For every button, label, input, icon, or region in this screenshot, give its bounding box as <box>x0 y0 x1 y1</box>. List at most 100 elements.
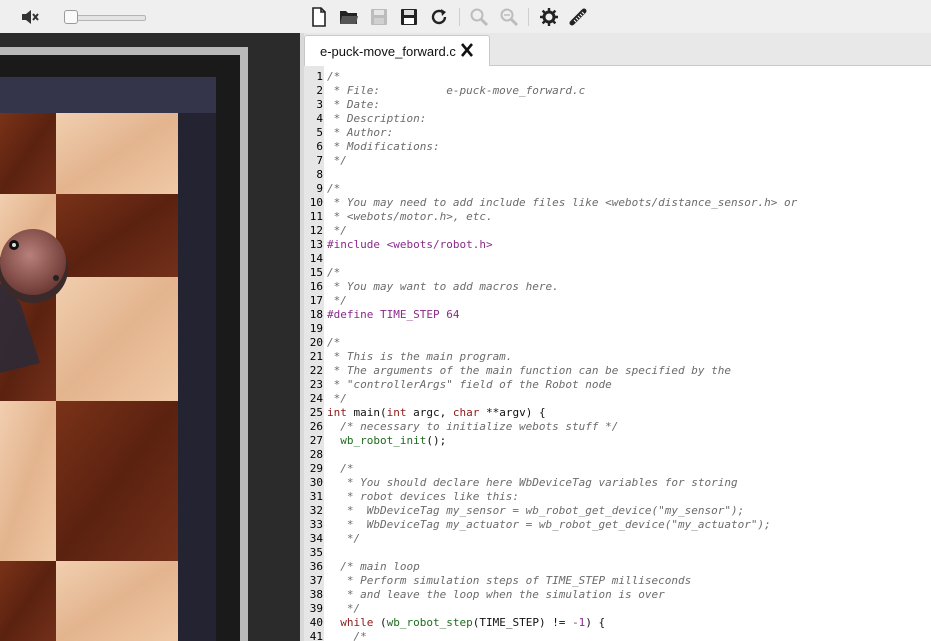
code-line[interactable]: 1 /* <box>304 70 931 84</box>
code-line[interactable]: 8 <box>304 168 931 182</box>
code-line[interactable]: 9 /* <box>304 182 931 196</box>
code-line[interactable]: 5 * Author: <box>304 126 931 140</box>
code-text: wb_robot_init(); <box>327 434 446 448</box>
code-text: #define TIME_STEP 64 <box>327 308 459 322</box>
code-text: * You should declare here WbDeviceTag va… <box>327 476 738 490</box>
code-line[interactable]: 23 * "controllerArgs" field of the Robot… <box>304 378 931 392</box>
code-text: /* <box>327 630 366 641</box>
code-text: /* <box>327 70 340 84</box>
line-number: 3 <box>316 98 323 111</box>
line-number: 12 <box>309 224 323 237</box>
code-line[interactable]: 13 #include <webots/robot.h> <box>304 238 931 252</box>
line-number: 8 <box>316 168 323 181</box>
toolbar-separator <box>528 8 529 26</box>
line-number: 23 <box>309 378 323 391</box>
code-line[interactable]: 26 /* necessary to initialize webots stu… <box>304 420 931 434</box>
editor-tab-label: e-puck-move_forward.c <box>320 44 456 59</box>
code-line[interactable]: 7 */ <box>304 154 931 168</box>
code-line[interactable]: 11 * <webots/motor.h>, etc. <box>304 210 931 224</box>
code-line[interactable]: 18 #define TIME_STEP 64 <box>304 308 931 322</box>
code-line[interactable]: 33 * WbDeviceTag my_actuator = wb_robot_… <box>304 518 931 532</box>
line-number: 33 <box>309 518 323 531</box>
code-token: * WbDeviceTag my_actuator = wb_robot_get… <box>327 518 771 531</box>
code-token: char <box>452 406 480 419</box>
code-line[interactable]: 30 * You should declare here WbDeviceTag… <box>304 476 931 490</box>
code-line[interactable]: 36 /* main loop <box>304 560 931 574</box>
code-text: /* main loop <box>327 560 419 574</box>
editor-tab[interactable]: e-puck-move_forward.c <box>304 35 490 66</box>
code-line[interactable]: 31 * robot devices like this: <box>304 490 931 504</box>
code-line[interactable]: 34 */ <box>304 532 931 546</box>
replace-icon[interactable] <box>498 6 520 28</box>
code-line[interactable]: 24 */ <box>304 392 931 406</box>
code-token: wb_robot_step <box>386 616 473 629</box>
line-number: 27 <box>309 434 323 447</box>
code-text: * Description: <box>327 112 427 126</box>
code-token: /* <box>327 336 341 349</box>
code-area[interactable]: 1/* 2 * File: e-puck-move_forward.c 3 * Da… <box>304 66 931 641</box>
code-line[interactable]: 37 * Perform simulation steps of TIME_ST… <box>304 574 931 588</box>
revert-icon[interactable] <box>428 6 450 28</box>
code-token: * and leave the loop when the simulation… <box>327 588 665 601</box>
code-text: while (wb_robot_step(TIME_STEP) != -1) { <box>327 616 605 630</box>
line-number: 29 <box>309 462 323 475</box>
code-line[interactable]: 19 <box>304 322 931 336</box>
close-icon[interactable] <box>459 42 475 58</box>
mute-icon[interactable] <box>18 6 40 28</box>
3d-view[interactable] <box>0 33 300 641</box>
volume-slider-thumb[interactable] <box>64 10 78 24</box>
code-line[interactable]: 32 * WbDeviceTag my_sensor = wb_robot_ge… <box>304 504 931 518</box>
code-line[interactable]: 12 */ <box>304 224 931 238</box>
code-text: * robot devices like this: <box>327 490 519 504</box>
new-file-icon[interactable] <box>308 6 330 28</box>
save-icon[interactable] <box>368 6 390 28</box>
code-token: main( <box>346 406 387 419</box>
code-line[interactable]: 38 * and leave the loop when the simulat… <box>304 588 931 602</box>
code-line[interactable]: 27 wb_robot_init(); <box>304 434 931 448</box>
code-line[interactable]: 21 * This is the main program. <box>304 350 931 364</box>
compile-icon[interactable] <box>568 6 590 28</box>
code-line[interactable]: 3 * Date: <box>304 98 931 112</box>
code-token: int <box>327 406 347 419</box>
code-token: */ <box>327 224 347 237</box>
open-folder-icon[interactable] <box>338 6 360 28</box>
code-line[interactable]: 2 * File: e-puck-move_forward.c <box>304 84 931 98</box>
line-number: 5 <box>316 126 323 139</box>
code-text: #include <webots/robot.h> <box>327 238 493 252</box>
text-editor: e-puck-move_forward.c 1/* 2 * File: e-puc… <box>304 33 931 641</box>
line-number: 7 <box>316 154 323 167</box>
code-line[interactable]: 17 */ <box>304 294 931 308</box>
code-text: /* necessary to initialize webots stuff … <box>327 420 618 434</box>
code-line[interactable]: 41 /* <box>304 630 931 641</box>
settings-icon[interactable] <box>538 6 560 28</box>
code-line[interactable]: 20 /* <box>304 336 931 350</box>
code-token: while <box>340 616 374 629</box>
code-line[interactable]: 35 <box>304 546 931 560</box>
code-token: * Description: <box>327 112 427 125</box>
code-token: */ <box>327 294 347 307</box>
save-as-icon[interactable] <box>398 6 420 28</box>
volume-slider[interactable] <box>64 10 146 24</box>
code-line[interactable]: 40 while (wb_robot_step(TIME_STEP) != -1… <box>304 616 931 630</box>
code-line[interactable]: 14 <box>304 252 931 266</box>
code-line[interactable]: 6 * Modifications: <box>304 140 931 154</box>
line-number: 14 <box>309 252 323 265</box>
code-token: * Author: <box>327 126 394 139</box>
code-text: * <webots/motor.h>, etc. <box>327 210 493 224</box>
code-line[interactable]: 4 * Description: <box>304 112 931 126</box>
code-line[interactable]: 15 /* <box>304 266 931 280</box>
code-line[interactable]: 16 * You may want to add macros here. <box>304 280 931 294</box>
code-line[interactable]: 39 */ <box>304 602 931 616</box>
line-number: 25 <box>309 406 323 419</box>
code-line[interactable]: 29 /* <box>304 462 931 476</box>
find-icon[interactable] <box>468 6 490 28</box>
code-line[interactable]: 25 int main(int argc, char **argv) { <box>304 406 931 420</box>
line-number: 9 <box>316 182 323 195</box>
code-line[interactable]: 28 <box>304 448 931 462</box>
line-number: 24 <box>309 392 323 405</box>
line-number: 16 <box>309 280 323 293</box>
code-line[interactable]: 22 * The arguments of the main function … <box>304 364 931 378</box>
code-line[interactable]: 10 * You may need to add include files l… <box>304 196 931 210</box>
line-number: 35 <box>309 546 323 559</box>
